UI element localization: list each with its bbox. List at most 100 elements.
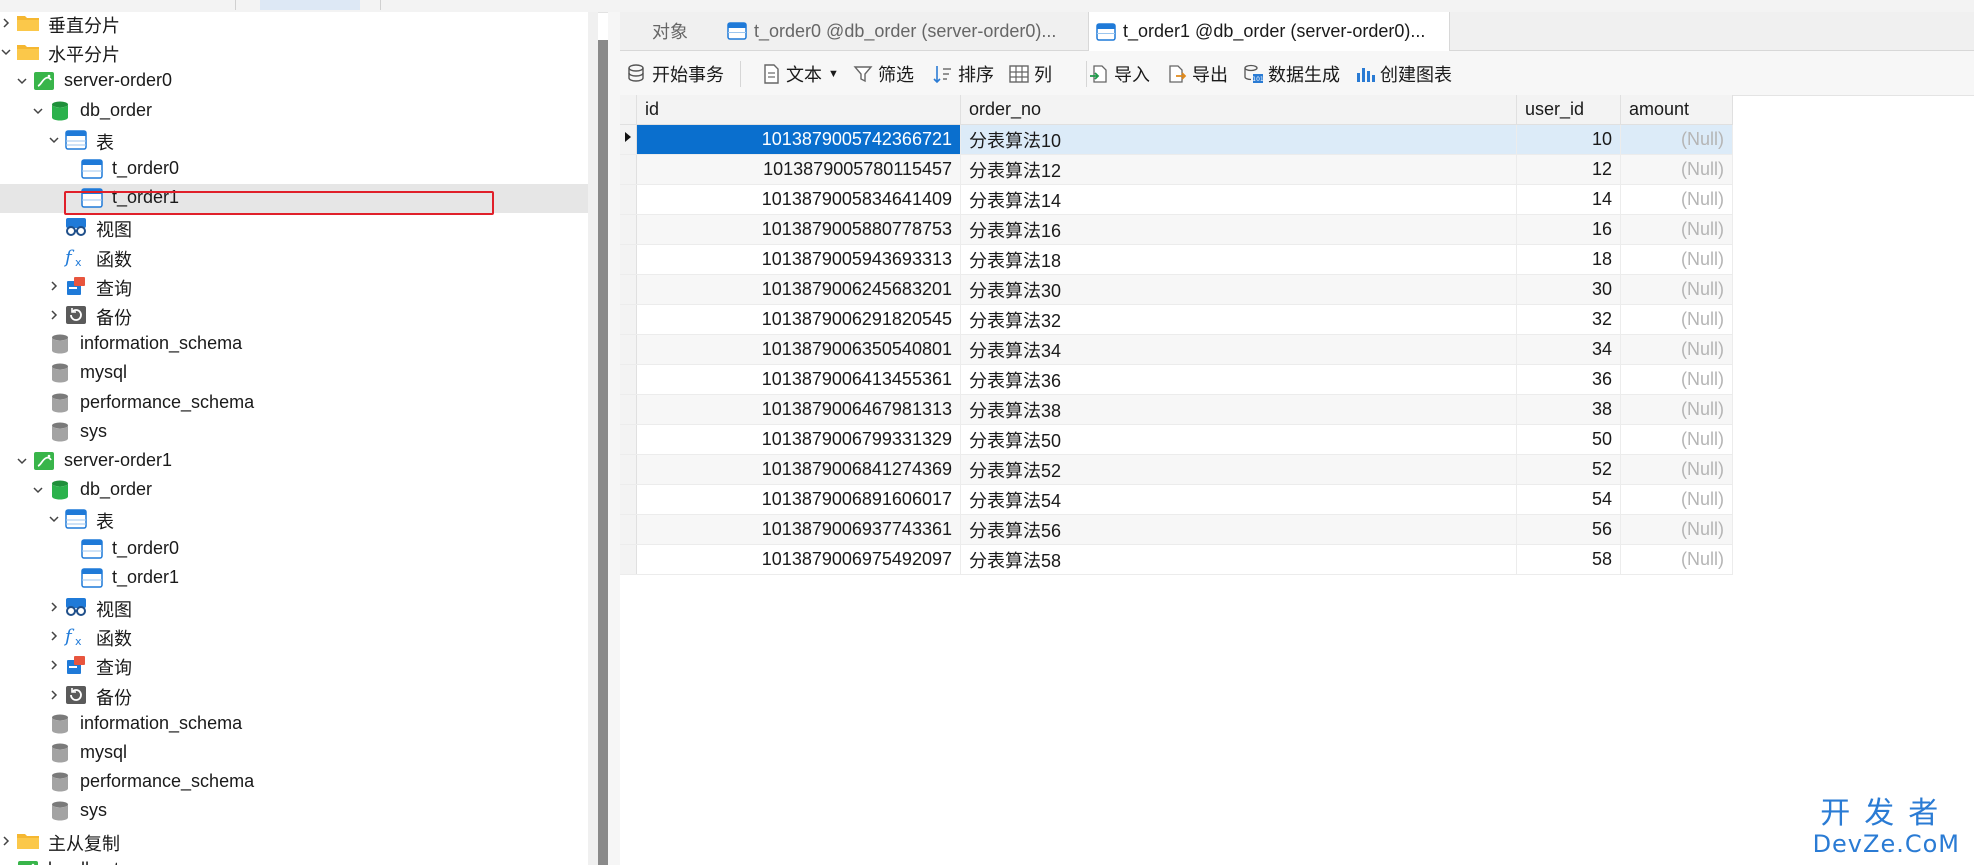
tree-item[interactable]: f x 函数 bbox=[0, 243, 588, 272]
cell-amount[interactable]: (Null) bbox=[1620, 394, 1733, 425]
column-header-order-no[interactable]: order_no bbox=[960, 95, 1517, 125]
column-header-user-id[interactable]: user_id bbox=[1516, 95, 1621, 125]
tree-item[interactable]: db_order bbox=[0, 97, 588, 126]
cell-user-id[interactable]: 52 bbox=[1516, 454, 1621, 485]
cell-id[interactable]: 1013879006975492097 bbox=[636, 544, 961, 575]
table-row[interactable]: 1013879005880778753 分表算法16 16 (Null) bbox=[620, 214, 1733, 245]
tree-item[interactable]: t_order0 bbox=[0, 535, 588, 564]
cell-user-id[interactable]: 14 bbox=[1516, 184, 1621, 215]
chevron-down-icon[interactable] bbox=[0, 46, 12, 58]
top-strip-tab[interactable] bbox=[260, 0, 360, 10]
chevron-right-icon[interactable] bbox=[48, 280, 60, 292]
cell-id[interactable]: 1013879005742366721 bbox=[636, 124, 961, 155]
tree-item[interactable]: 表 bbox=[0, 126, 588, 155]
cell-amount[interactable]: (Null) bbox=[1620, 244, 1733, 275]
cell-amount[interactable]: (Null) bbox=[1620, 334, 1733, 365]
table-row[interactable]: 1013879006467981313 分表算法38 38 (Null) bbox=[620, 394, 1733, 425]
cell-user-id[interactable]: 10 bbox=[1516, 124, 1621, 155]
cell-user-id[interactable]: 16 bbox=[1516, 214, 1621, 245]
cell-amount[interactable]: (Null) bbox=[1620, 214, 1733, 245]
cell-id[interactable]: 1013879006937743361 bbox=[636, 514, 961, 545]
row-indicator[interactable] bbox=[620, 544, 637, 575]
chevron-right-icon[interactable] bbox=[48, 309, 60, 321]
tree-item[interactable]: 视图 bbox=[0, 213, 588, 242]
cell-order-no[interactable]: 分表算法32 bbox=[960, 304, 1517, 335]
import-button[interactable]: 导入 bbox=[1088, 61, 1150, 87]
row-indicator[interactable] bbox=[620, 214, 637, 245]
cell-id[interactable]: 1013879006245683201 bbox=[636, 274, 961, 305]
row-indicator[interactable] bbox=[620, 244, 637, 275]
cell-amount[interactable]: (Null) bbox=[1620, 514, 1733, 545]
chevron-right-icon[interactable] bbox=[0, 17, 12, 29]
cell-amount[interactable]: (Null) bbox=[1620, 124, 1733, 155]
row-indicator[interactable] bbox=[620, 304, 637, 335]
table-row[interactable]: 1013879006245683201 分表算法30 30 (Null) bbox=[620, 274, 1733, 305]
cell-id[interactable]: 1013879006291820545 bbox=[636, 304, 961, 335]
cell-amount[interactable]: (Null) bbox=[1620, 454, 1733, 485]
tree-item[interactable]: t_order1 bbox=[0, 564, 588, 593]
cell-amount[interactable]: (Null) bbox=[1620, 424, 1733, 455]
tree-item[interactable]: t_order0 bbox=[0, 155, 588, 184]
cell-user-id[interactable]: 32 bbox=[1516, 304, 1621, 335]
chevron-right-icon[interactable] bbox=[48, 630, 60, 642]
chevron-down-icon[interactable] bbox=[48, 513, 60, 525]
cell-order-no[interactable]: 分表算法38 bbox=[960, 394, 1517, 425]
row-indicator[interactable] bbox=[620, 424, 637, 455]
tree-item[interactable]: 主从复制 bbox=[0, 827, 588, 856]
column-header-amount[interactable]: amount bbox=[1620, 95, 1733, 125]
chevron-down-icon[interactable] bbox=[48, 134, 60, 146]
tab-t-order1[interactable]: t_order1 @db_order (server-order0)... bbox=[1088, 12, 1450, 51]
text-button[interactable]: 文本 ▼ bbox=[760, 61, 839, 87]
row-indicator[interactable] bbox=[620, 184, 637, 215]
row-indicator[interactable] bbox=[620, 484, 637, 515]
cell-amount[interactable]: (Null) bbox=[1620, 154, 1733, 185]
chevron-down-icon[interactable] bbox=[16, 75, 28, 87]
cell-user-id[interactable]: 12 bbox=[1516, 154, 1621, 185]
cell-user-id[interactable]: 34 bbox=[1516, 334, 1621, 365]
tree-item[interactable]: performance_schema bbox=[0, 768, 588, 797]
table-row[interactable]: 1013879005780115457 分表算法12 12 (Null) bbox=[620, 154, 1733, 185]
cell-id[interactable]: 1013879006799331329 bbox=[636, 424, 961, 455]
chevron-down-icon[interactable] bbox=[16, 455, 28, 467]
sort-button[interactable]: 排序 bbox=[932, 61, 994, 87]
cell-order-no[interactable]: 分表算法34 bbox=[960, 334, 1517, 365]
dropdown-caret-icon[interactable]: ▼ bbox=[828, 68, 839, 80]
row-indicator[interactable] bbox=[620, 274, 637, 305]
column-header-id[interactable]: id bbox=[636, 95, 961, 125]
cell-order-no[interactable]: 分表算法58 bbox=[960, 544, 1517, 575]
cell-order-no[interactable]: 分表算法30 bbox=[960, 274, 1517, 305]
data-grid[interactable]: id order_no user_id amount 1013879005742… bbox=[620, 95, 1734, 575]
cell-amount[interactable]: (Null) bbox=[1620, 184, 1733, 215]
chevron-right-icon[interactable] bbox=[48, 601, 60, 613]
tree-item[interactable]: sys bbox=[0, 797, 588, 826]
row-indicator[interactable] bbox=[620, 124, 637, 155]
cell-id[interactable]: 1013879005943693313 bbox=[636, 244, 961, 275]
export-button[interactable]: 导出 bbox=[1166, 61, 1228, 87]
cell-order-no[interactable]: 分表算法10 bbox=[960, 124, 1517, 155]
tree-item[interactable]: server-order0 bbox=[0, 67, 588, 96]
tree-item[interactable]: 查询 bbox=[0, 651, 588, 680]
filter-button[interactable]: 筛选 bbox=[852, 61, 914, 87]
cell-order-no[interactable]: 分表算法52 bbox=[960, 454, 1517, 485]
create-chart-button[interactable]: 创建图表 bbox=[1354, 61, 1452, 87]
cell-amount[interactable]: (Null) bbox=[1620, 484, 1733, 515]
cell-id[interactable]: 1013879005834641409 bbox=[636, 184, 961, 215]
tree-item[interactable]: 水平分片 bbox=[0, 38, 588, 67]
cell-order-no[interactable]: 分表算法36 bbox=[960, 364, 1517, 395]
cell-user-id[interactable]: 56 bbox=[1516, 514, 1621, 545]
cell-order-no[interactable]: 分表算法16 bbox=[960, 214, 1517, 245]
tree-item[interactable]: mysql bbox=[0, 739, 588, 768]
data-generation-button[interactable]: 101 数据生成 bbox=[1242, 61, 1340, 87]
cell-amount[interactable]: (Null) bbox=[1620, 304, 1733, 335]
row-indicator[interactable] bbox=[620, 514, 637, 545]
cell-user-id[interactable]: 54 bbox=[1516, 484, 1621, 515]
navigation-tree[interactable]: 垂直分片 水平分片 server-order0 db_order 表 t_order0 t_… bbox=[0, 12, 588, 865]
cell-id[interactable]: 1013879006841274369 bbox=[636, 454, 961, 485]
cell-id[interactable]: 1013879005880778753 bbox=[636, 214, 961, 245]
tab-objects[interactable]: 对象 bbox=[620, 12, 720, 50]
chevron-down-icon[interactable] bbox=[32, 105, 44, 117]
cell-order-no[interactable]: 分表算法54 bbox=[960, 484, 1517, 515]
table-row[interactable]: 1013879006413455361 分表算法36 36 (Null) bbox=[620, 364, 1733, 395]
cell-user-id[interactable]: 36 bbox=[1516, 364, 1621, 395]
cell-id[interactable]: 1013879006350540801 bbox=[636, 334, 961, 365]
